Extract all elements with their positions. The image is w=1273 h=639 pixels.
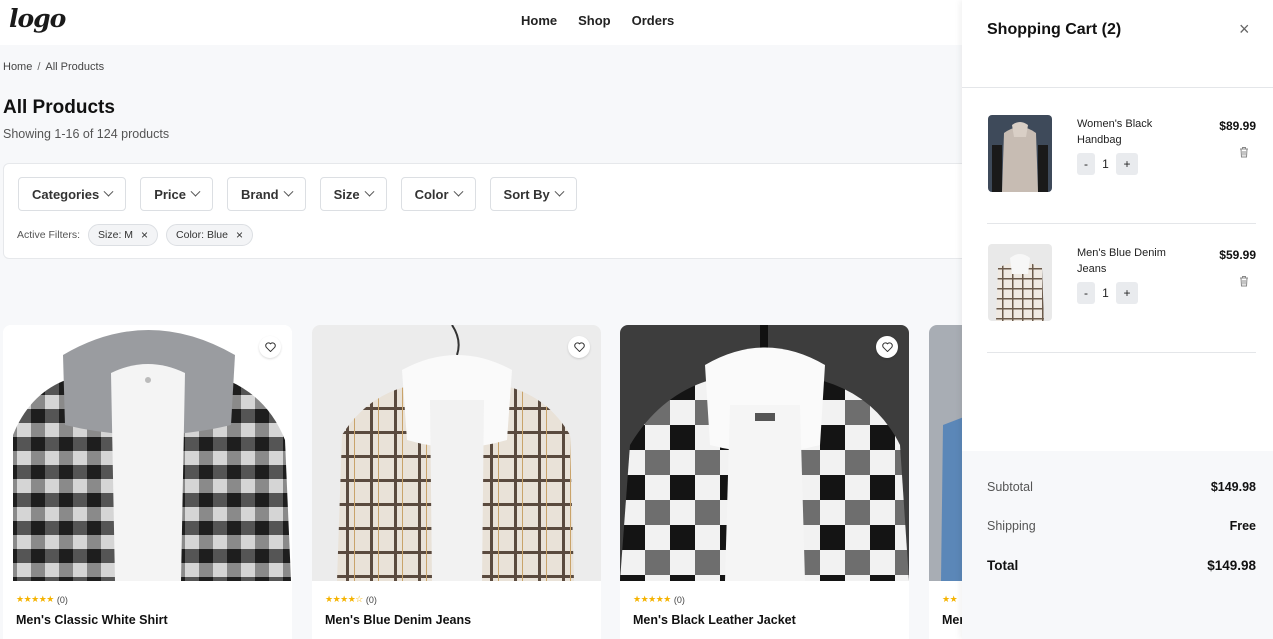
nav-orders[interactable]: Orders bbox=[632, 13, 675, 28]
filter-label: Categories bbox=[32, 186, 100, 202]
subtotal-label: Subtotal bbox=[987, 480, 1033, 494]
filter-color-button[interactable]: Color bbox=[400, 177, 476, 211]
product-card[interactable]: ★★★★☆ (0) Men's Blue Denim Jeans bbox=[312, 325, 601, 639]
shipping-value: Free bbox=[1229, 519, 1256, 533]
cart-item-price: $59.99 bbox=[1219, 248, 1256, 262]
active-filters-label: Active Filters: bbox=[17, 229, 81, 241]
trash-icon[interactable] bbox=[1238, 275, 1250, 287]
trash-icon[interactable] bbox=[1238, 146, 1250, 158]
cart-item-thumbnail[interactable] bbox=[988, 115, 1052, 192]
filter-chip-color: Color: Blue × bbox=[166, 224, 254, 246]
sort-by-button[interactable]: Sort By bbox=[489, 177, 577, 211]
product-card[interactable]: ★★★★★ (0) Men's Black Leather Jacket bbox=[620, 325, 909, 639]
chevron-down-icon bbox=[190, 186, 201, 197]
shopping-cart-panel: Shopping Cart (2) × Women's Black Handba… bbox=[962, 0, 1273, 639]
breadcrumb-home[interactable]: Home bbox=[3, 61, 32, 73]
active-filters: Active Filters: Size: M × Color: Blue × bbox=[17, 224, 254, 246]
chevron-down-icon bbox=[364, 186, 375, 197]
product-rating: ★★ bbox=[942, 594, 958, 605]
star-icons: ★★★★★ bbox=[633, 594, 671, 604]
chevron-down-icon bbox=[453, 186, 463, 197]
quantity-value: 1 bbox=[1102, 157, 1109, 171]
review-count: (0) bbox=[365, 594, 377, 605]
filter-price-button[interactable]: Price bbox=[140, 177, 214, 211]
cart-item: Men's Blue Denim Jeans $59.99 - 1 + bbox=[987, 218, 1256, 353]
review-count: (0) bbox=[673, 594, 685, 605]
decrease-qty-button[interactable]: - bbox=[1077, 153, 1095, 175]
increase-qty-button[interactable]: + bbox=[1116, 153, 1138, 175]
decrease-qty-button[interactable]: - bbox=[1077, 282, 1095, 304]
chevron-down-icon bbox=[283, 186, 294, 197]
filter-chip-size: Size: M × bbox=[88, 224, 159, 246]
filter-label: Color bbox=[414, 186, 449, 202]
chip-label: Size: M bbox=[98, 229, 134, 241]
chip-label: Color: Blue bbox=[176, 229, 228, 241]
product-card[interactable]: ★★★★★ (0) Men's Classic White Shirt bbox=[3, 325, 292, 639]
product-image[interactable] bbox=[3, 325, 292, 581]
filter-panel: Categories Price Brand Size Color Sort B… bbox=[3, 163, 1003, 259]
cart-item: Women's Black Handbag $89.99 - 1 + bbox=[987, 89, 1256, 224]
product-name[interactable]: Men's Blue Denim Jeans bbox=[325, 613, 471, 627]
quantity-stepper: - 1 + bbox=[1077, 153, 1138, 175]
cart-item-name[interactable]: Women's Black Handbag bbox=[1077, 116, 1187, 148]
wishlist-heart-icon[interactable] bbox=[568, 336, 590, 358]
product-image[interactable] bbox=[620, 325, 909, 581]
results-count: Showing 1-16 of 124 products bbox=[3, 127, 170, 141]
filter-label: Size bbox=[333, 186, 360, 202]
cart-summary: Subtotal $149.98 Shipping Free Total $14… bbox=[962, 451, 1273, 639]
cart-item-price: $89.99 bbox=[1219, 119, 1256, 133]
cart-title: Shopping Cart (2) bbox=[987, 21, 1122, 38]
nav-home[interactable]: Home bbox=[521, 13, 557, 28]
nav-shop[interactable]: Shop bbox=[578, 13, 611, 28]
star-icons: ★★★★★ bbox=[16, 594, 54, 604]
star-icons: ★★ bbox=[942, 594, 958, 604]
wishlist-heart-icon[interactable] bbox=[876, 336, 898, 358]
total-row: Total $149.98 bbox=[987, 558, 1256, 573]
product-name[interactable]: Men's Classic White Shirt bbox=[16, 613, 168, 627]
filter-label: Brand bbox=[241, 186, 279, 202]
filter-brand-button[interactable]: Brand bbox=[227, 177, 306, 211]
filter-label: Sort By bbox=[503, 186, 550, 202]
cart-item-name[interactable]: Men's Blue Denim Jeans bbox=[1077, 245, 1187, 277]
increase-qty-button[interactable]: + bbox=[1116, 282, 1138, 304]
review-count: (0) bbox=[56, 594, 68, 605]
total-label: Total bbox=[987, 558, 1019, 573]
product-image[interactable] bbox=[312, 325, 601, 581]
quantity-value: 1 bbox=[1102, 286, 1109, 300]
breadcrumb-current: All Products bbox=[45, 61, 105, 73]
product-name[interactable]: Men's Black Leather Jacket bbox=[633, 613, 796, 627]
total-value: $149.98 bbox=[1207, 558, 1256, 573]
subtotal-value: $149.98 bbox=[1210, 480, 1256, 494]
product-rating: ★★★★★ (0) bbox=[16, 594, 68, 605]
wishlist-heart-icon[interactable] bbox=[259, 336, 281, 358]
quantity-stepper: - 1 + bbox=[1077, 282, 1138, 304]
chevron-down-icon bbox=[554, 186, 565, 197]
page-title: All Products bbox=[3, 97, 115, 118]
cart-header: Shopping Cart (2) × bbox=[962, 0, 1273, 88]
star-icons: ★★★★☆ bbox=[325, 594, 363, 604]
main-nav: Home Shop Orders bbox=[521, 13, 674, 28]
chevron-down-icon bbox=[103, 186, 114, 197]
remove-filter-icon[interactable]: × bbox=[141, 228, 148, 242]
filter-size-button[interactable]: Size bbox=[319, 177, 387, 211]
breadcrumb: Home / All Products bbox=[3, 61, 104, 73]
logo[interactable]: logo bbox=[9, 4, 66, 33]
subtotal-row: Subtotal $149.98 bbox=[987, 480, 1256, 494]
filter-categories-button[interactable]: Categories bbox=[18, 177, 127, 211]
shipping-row: Shipping Free bbox=[987, 519, 1256, 533]
remove-filter-icon[interactable]: × bbox=[236, 228, 243, 242]
filter-label: Price bbox=[154, 186, 187, 202]
cart-item-thumbnail[interactable] bbox=[988, 244, 1052, 321]
product-rating: ★★★★★ (0) bbox=[633, 594, 685, 605]
close-icon[interactable]: × bbox=[1239, 19, 1250, 40]
product-rating: ★★★★☆ (0) bbox=[325, 594, 377, 605]
breadcrumb-separator: / bbox=[37, 61, 41, 73]
shipping-label: Shipping bbox=[987, 519, 1036, 533]
